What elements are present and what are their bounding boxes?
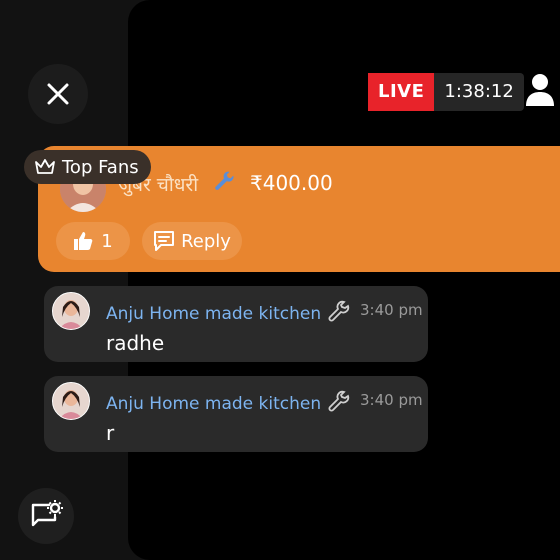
chat-settings-button[interactable] [18,488,74,544]
reply-label: Reply [181,230,231,252]
top-fans-badge: Top Fans [24,150,151,184]
comment-icon [154,231,175,251]
chat-message[interactable]: Anju Home made kitchen 3:40 pm r [44,376,428,452]
user-avatar [52,382,90,420]
reply-button[interactable]: Reply [142,222,242,260]
chat-message[interactable]: Anju Home made kitchen 3:40 pm radhe [44,286,428,362]
username: Anju Home made kitchen [106,304,322,324]
message-time: 3:40 pm [360,391,423,409]
like-count: 1 [101,230,113,252]
thumbs-up-icon [74,232,93,250]
like-button[interactable]: 1 [56,222,130,260]
wrench-icon [215,171,234,190]
message-time: 3:40 pm [360,301,423,319]
moderator-wrench-icon [328,390,350,412]
live-status: LIVE 1:38:12 [368,73,524,111]
crown-icon [35,159,55,174]
live-badge: LIVE [368,73,435,111]
elapsed-time: 1:38:12 [434,73,524,111]
username: Anju Home made kitchen [106,394,322,414]
super-chat-amount: ₹400.00 [250,171,333,195]
close-button[interactable] [28,64,88,124]
person-icon[interactable] [524,72,556,108]
top-fans-label: Top Fans [62,156,139,178]
user-avatar [52,292,90,330]
close-icon [47,83,69,105]
moderator-wrench-icon [328,300,350,322]
message-text: r [106,421,115,445]
chat-settings-icon [31,500,63,527]
message-text: radhe [106,331,165,355]
